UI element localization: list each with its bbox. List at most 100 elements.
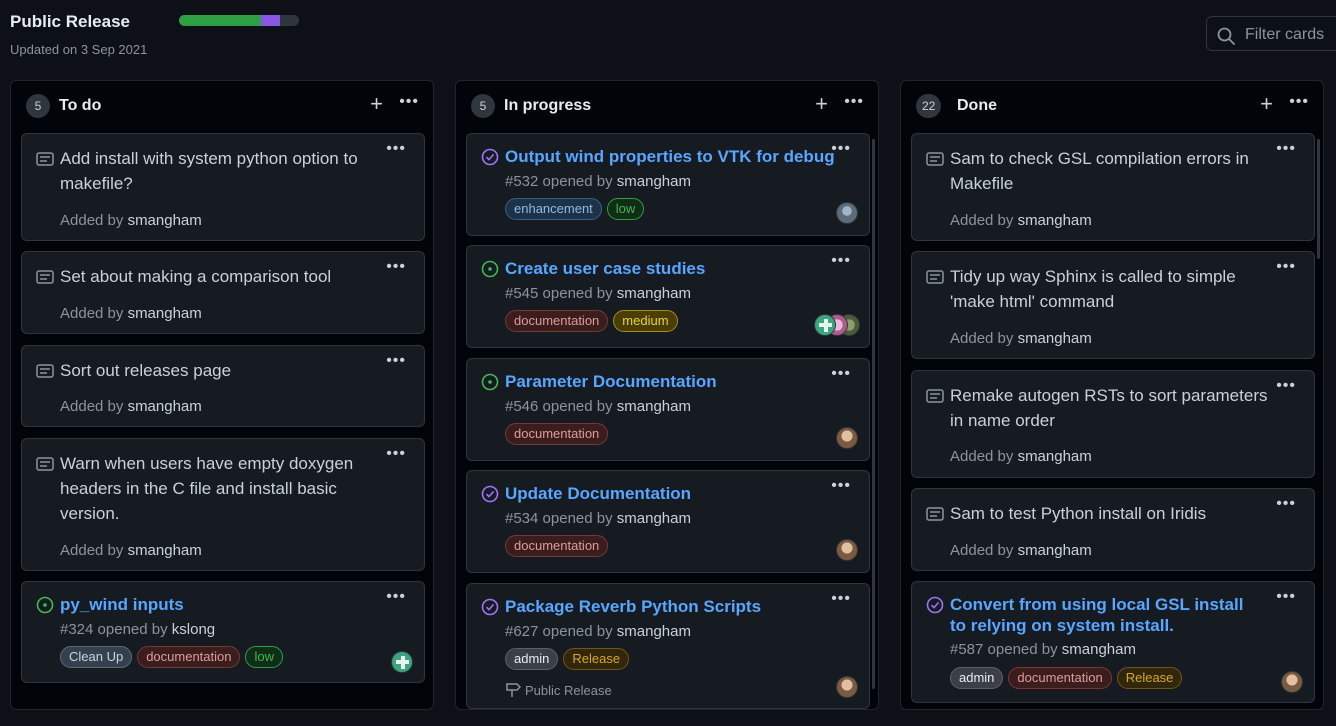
card-menu-button[interactable]: ••• bbox=[386, 445, 406, 463]
column-scrollbar[interactable] bbox=[1317, 139, 1320, 259]
project-title[interactable]: Public Release bbox=[10, 12, 130, 32]
added-by-user[interactable]: smangham bbox=[1018, 212, 1092, 229]
issue-author[interactable]: smangham bbox=[617, 623, 691, 640]
issue-card[interactable]: Update Documentation #534 opened by sman… bbox=[466, 470, 870, 573]
issue-number-text: #545 opened by bbox=[505, 285, 613, 302]
issue-author[interactable]: smangham bbox=[1062, 641, 1136, 658]
note-card[interactable]: Sort out releases page Added by smangham… bbox=[21, 345, 425, 427]
add-card-button[interactable]: + bbox=[370, 93, 383, 115]
added-by-user[interactable]: smangham bbox=[128, 305, 202, 322]
column-scrollbar[interactable] bbox=[872, 139, 875, 689]
card-menu-button[interactable]: ••• bbox=[1276, 588, 1296, 606]
card-menu-button[interactable]: ••• bbox=[831, 590, 851, 608]
project-header: Public Release Updated on 3 Sep 2021 bbox=[0, 0, 1336, 72]
issue-card[interactable]: py_wind inputs #324 opened by kslong Cle… bbox=[21, 581, 425, 683]
added-by-user[interactable]: smangham bbox=[1018, 542, 1092, 559]
issue-author[interactable]: kslong bbox=[172, 621, 215, 638]
added-by-user[interactable]: smangham bbox=[1018, 330, 1092, 347]
column-card-count: 5 bbox=[471, 94, 495, 118]
added-by-user[interactable]: smangham bbox=[1018, 448, 1092, 465]
card-menu-button[interactable]: ••• bbox=[831, 365, 851, 383]
added-by-prefix: Added by bbox=[950, 542, 1014, 559]
assignee-avatar[interactable] bbox=[391, 651, 413, 673]
issue-number-text: #627 opened by bbox=[505, 623, 613, 640]
note-card[interactable]: Sam to test Python install on Iridis Add… bbox=[911, 488, 1315, 571]
issue-number-text: #534 opened by bbox=[505, 510, 613, 527]
label-enhancement[interactable]: enhancement bbox=[505, 198, 602, 220]
card-menu-button[interactable]: ••• bbox=[831, 252, 851, 270]
note-card[interactable]: Warn when users have empty doxygen heade… bbox=[21, 438, 425, 571]
column-done: 22 Done + ••• Sam to check GSL compilati… bbox=[900, 80, 1324, 710]
issue-author[interactable]: smangham bbox=[617, 510, 691, 527]
added-by-prefix: Added by bbox=[950, 330, 1014, 347]
note-card[interactable]: Tidy up way Sphinx is called to simple '… bbox=[911, 251, 1315, 359]
label-low[interactable]: low bbox=[245, 646, 283, 668]
added-by: Added by smangham bbox=[950, 448, 1092, 465]
issue-title-link[interactable]: Create user case studies bbox=[505, 258, 835, 279]
assignee-avatar[interactable] bbox=[836, 427, 858, 449]
issue-title-link[interactable]: Update Documentation bbox=[505, 483, 835, 504]
note-card[interactable]: Remake autogen RSTs to sort parameters i… bbox=[911, 370, 1315, 478]
issue-card[interactable]: Create user case studies #545 opened by … bbox=[466, 245, 870, 348]
issue-meta: #534 opened by smangham bbox=[505, 510, 691, 527]
note-card[interactable]: Sam to check GSL compilation errors in M… bbox=[911, 133, 1315, 241]
milestone[interactable]: Public Release bbox=[505, 682, 612, 698]
issue-title-link[interactable]: Parameter Documentation bbox=[505, 371, 835, 392]
column-menu-button[interactable]: ••• bbox=[1289, 93, 1309, 111]
label-release[interactable]: Release bbox=[563, 648, 630, 670]
issue-author[interactable]: smangham bbox=[617, 285, 691, 302]
issue-title-link[interactable]: Output wind properties to VTK for debug bbox=[505, 146, 835, 167]
add-card-button[interactable]: + bbox=[815, 93, 828, 115]
column-menu-button[interactable]: ••• bbox=[399, 93, 419, 111]
label-clean-up[interactable]: Clean Up bbox=[60, 646, 133, 668]
card-menu-button[interactable]: ••• bbox=[386, 140, 406, 158]
added-by-user[interactable]: smangham bbox=[128, 398, 202, 415]
issue-meta: #324 opened by kslong bbox=[60, 621, 215, 638]
label-admin[interactable]: admin bbox=[950, 667, 1004, 689]
filter-cards-input[interactable] bbox=[1243, 23, 1336, 47]
issue-title-link[interactable]: Convert from using local GSL install to … bbox=[950, 594, 1260, 636]
column-in-progress: 5 In progress + ••• Output wind properti… bbox=[455, 80, 879, 710]
label-documentation[interactable]: documentation bbox=[505, 423, 609, 445]
issue-card[interactable]: Output wind properties to VTK for debug … bbox=[466, 133, 870, 236]
card-menu-button[interactable]: ••• bbox=[386, 352, 406, 370]
assignee-avatar[interactable] bbox=[836, 539, 858, 561]
added-by-user[interactable]: smangham bbox=[128, 542, 202, 559]
add-card-button[interactable]: + bbox=[1260, 93, 1273, 115]
label-documentation[interactable]: documentation bbox=[505, 535, 609, 557]
issue-number-text: #587 opened by bbox=[950, 641, 1058, 658]
card-menu-button[interactable]: ••• bbox=[1276, 377, 1296, 395]
milestone-icon bbox=[506, 683, 522, 697]
card-menu-button[interactable]: ••• bbox=[386, 588, 406, 606]
issue-title-link[interactable]: Package Reverb Python Scripts bbox=[505, 596, 835, 617]
issue-title-link[interactable]: py_wind inputs bbox=[60, 594, 390, 615]
issue-card[interactable]: Package Reverb Python Scripts #627 opene… bbox=[466, 583, 870, 709]
label-documentation[interactable]: documentation bbox=[505, 310, 609, 332]
label-documentation[interactable]: documentation bbox=[137, 646, 241, 668]
card-menu-button[interactable]: ••• bbox=[1276, 258, 1296, 276]
issue-card[interactable]: Parameter Documentation #546 opened by s… bbox=[466, 358, 870, 461]
column-menu-button[interactable]: ••• bbox=[844, 93, 864, 111]
card-menu-button[interactable]: ••• bbox=[831, 140, 851, 158]
label-low[interactable]: low bbox=[606, 198, 645, 220]
filter-cards-box[interactable] bbox=[1206, 16, 1336, 51]
card-menu-button[interactable]: ••• bbox=[386, 258, 406, 276]
card-menu-button[interactable]: ••• bbox=[831, 477, 851, 495]
assignee-avatar[interactable] bbox=[1281, 671, 1303, 693]
label-documentation[interactable]: documentation bbox=[1008, 667, 1112, 689]
card-menu-button[interactable]: ••• bbox=[1276, 495, 1296, 513]
label-release[interactable]: Release bbox=[1116, 667, 1183, 689]
label-admin[interactable]: admin bbox=[505, 648, 559, 670]
assignee-avatar[interactable] bbox=[836, 202, 858, 224]
issue-card[interactable]: Convert from using local GSL install to … bbox=[911, 581, 1315, 703]
card-menu-button[interactable]: ••• bbox=[1276, 140, 1296, 158]
issue-author[interactable]: smangham bbox=[617, 398, 691, 415]
added-by-user[interactable]: smangham bbox=[128, 212, 202, 229]
note-card[interactable]: Set about making a comparison tool Added… bbox=[21, 251, 425, 334]
issue-author[interactable]: smangham bbox=[617, 173, 691, 190]
note-card[interactable]: Add install with system python option to… bbox=[21, 133, 425, 241]
assignee-avatar[interactable] bbox=[836, 676, 858, 698]
column-header: 5 To do + ••• bbox=[11, 81, 433, 131]
label-medium[interactable]: medium bbox=[613, 310, 678, 332]
assignee-avatar[interactable] bbox=[814, 314, 836, 336]
